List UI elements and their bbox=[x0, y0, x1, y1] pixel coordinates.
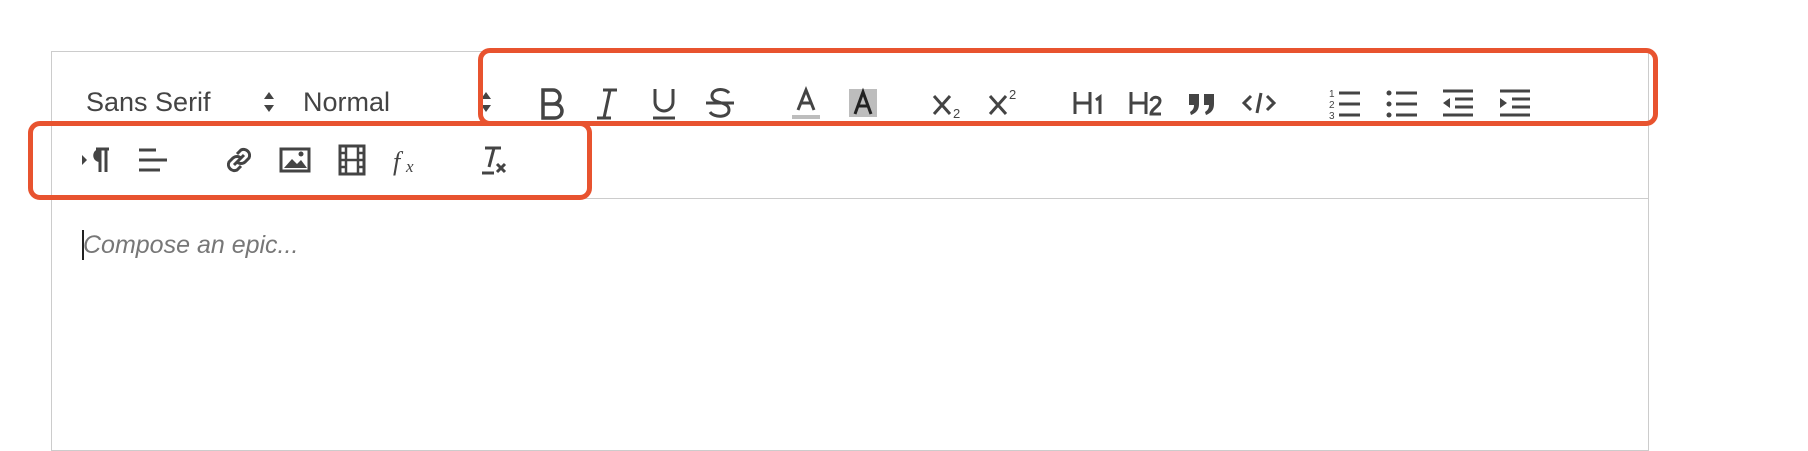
font-size-picker[interactable]: Normal bbox=[303, 80, 493, 124]
text-color-button[interactable] bbox=[783, 80, 829, 126]
strikethrough-button[interactable] bbox=[697, 80, 743, 126]
header-1-button[interactable] bbox=[1066, 80, 1112, 126]
image-button[interactable] bbox=[272, 137, 318, 183]
bullet-list-button[interactable] bbox=[1379, 80, 1425, 126]
subscript-button[interactable]: 2 bbox=[925, 80, 971, 126]
editor-toolbar: Sans Serif Normal 2 2 1 2 3 f x bbox=[52, 52, 1648, 199]
svg-text:1: 1 bbox=[1329, 89, 1335, 100]
svg-text:f: f bbox=[393, 147, 404, 176]
formula-button[interactable]: f x bbox=[385, 137, 431, 183]
svg-text:2: 2 bbox=[1329, 100, 1335, 111]
link-icon bbox=[226, 147, 252, 173]
clean-formatting-button[interactable] bbox=[471, 137, 517, 183]
font-size-value: Normal bbox=[303, 86, 391, 117]
font-family-value: Sans Serif bbox=[86, 86, 211, 117]
subscript-icon: 2 bbox=[932, 95, 960, 121]
svg-text:x: x bbox=[405, 157, 414, 176]
bold-icon bbox=[541, 88, 564, 120]
text-direction-button[interactable] bbox=[74, 137, 120, 183]
bold-button[interactable] bbox=[528, 80, 574, 126]
video-button[interactable] bbox=[329, 137, 375, 183]
outdent-icon bbox=[1443, 89, 1473, 117]
link-button[interactable] bbox=[216, 137, 262, 183]
ordered-list-icon: 1 2 3 bbox=[1329, 89, 1360, 122]
editor-placeholder: Compose an epic... bbox=[83, 231, 299, 259]
indent-icon bbox=[1500, 89, 1530, 117]
indent-button[interactable] bbox=[1492, 80, 1538, 126]
outdent-button[interactable] bbox=[1435, 80, 1481, 126]
text-color-icon bbox=[792, 85, 820, 119]
bullet-list-icon bbox=[1386, 90, 1417, 118]
quote-icon bbox=[1189, 94, 1214, 115]
editor-content[interactable]: Compose an epic... bbox=[52, 199, 1648, 449]
underline-button[interactable] bbox=[641, 80, 687, 126]
blockquote-button[interactable] bbox=[1179, 80, 1225, 126]
up-down-arrows-icon bbox=[264, 92, 274, 112]
underline-icon bbox=[653, 89, 675, 120]
italic-button[interactable] bbox=[584, 80, 630, 126]
paragraph-direction-icon bbox=[82, 147, 109, 172]
code-block-button[interactable] bbox=[1236, 80, 1282, 126]
svg-text:2: 2 bbox=[1009, 87, 1016, 102]
svg-text:2: 2 bbox=[953, 106, 960, 121]
strike-icon bbox=[706, 88, 734, 118]
video-icon bbox=[338, 144, 366, 176]
rich-text-editor: Sans Serif Normal 2 2 1 2 3 f x Compose … bbox=[51, 51, 1649, 451]
h2-icon bbox=[1129, 92, 1162, 116]
superscript-button[interactable]: 2 bbox=[981, 80, 1027, 126]
italic-icon bbox=[597, 88, 617, 120]
ordered-list-button[interactable]: 1 2 3 bbox=[1322, 80, 1368, 126]
up-down-arrows-icon bbox=[481, 92, 491, 112]
background-color-button[interactable] bbox=[840, 80, 886, 126]
h1-icon bbox=[1073, 92, 1102, 114]
header-2-button[interactable] bbox=[1123, 80, 1169, 126]
align-left-icon bbox=[139, 148, 167, 172]
clear-format-icon bbox=[482, 146, 507, 175]
svg-text:3: 3 bbox=[1329, 111, 1335, 122]
font-family-picker[interactable]: Sans Serif bbox=[86, 80, 276, 124]
image-icon bbox=[279, 147, 311, 173]
superscript-icon: 2 bbox=[988, 87, 1016, 115]
formula-icon: f x bbox=[393, 147, 414, 176]
code-icon bbox=[1241, 92, 1277, 114]
align-button[interactable] bbox=[130, 137, 176, 183]
background-color-icon bbox=[849, 87, 877, 117]
